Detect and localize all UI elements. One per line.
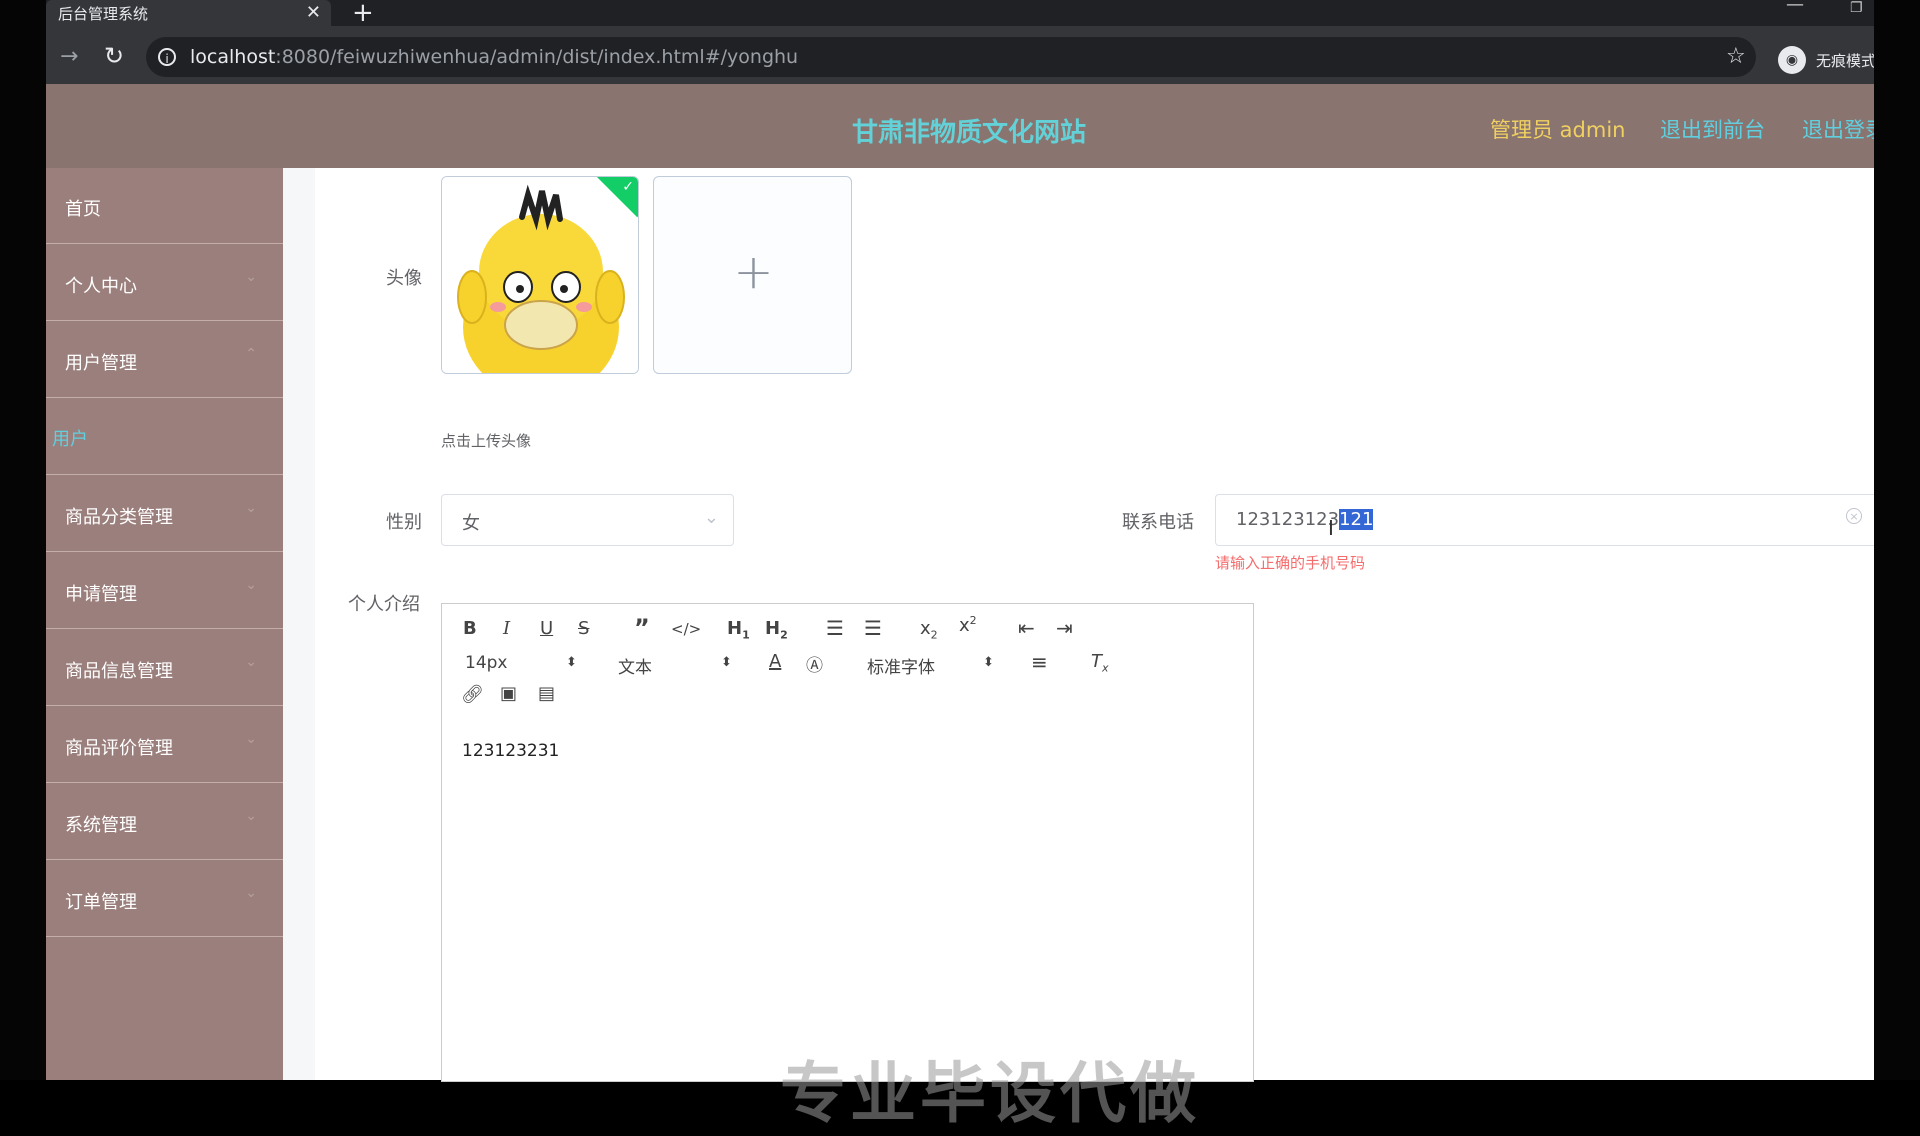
incognito-icon[interactable]: ◉ <box>1778 46 1806 74</box>
gender-value: 女 <box>462 513 480 534</box>
sidebar-item-order-management[interactable]: 订单管理 ⌄ <box>46 861 283 937</box>
clear-format-icon[interactable]: Tx <box>1091 651 1109 675</box>
image-icon[interactable]: ▣ <box>500 683 517 704</box>
url-text[interactable]: localhost:8080/feiwuzhiwenhua/admin/dist… <box>190 46 798 68</box>
logout-link[interactable]: 退出登录 <box>1802 114 1874 144</box>
blockquote-icon[interactable]: ” <box>634 614 650 642</box>
sidebar-item-product-info-management[interactable]: 商品信息管理 ⌄ <box>46 630 283 706</box>
exit-to-frontend-link[interactable]: 退出到前台 <box>1660 114 1765 144</box>
link-icon[interactable]: 🔗︎ <box>461 684 484 705</box>
sidebar-item-label: 首页 <box>65 199 101 220</box>
browser-tab[interactable]: 后台管理系统 ✕ <box>46 0 331 26</box>
chevron-down-icon: ⌄ <box>245 500 257 516</box>
clear-icon[interactable]: × <box>1846 508 1862 524</box>
indent-icon[interactable]: ⇥ <box>1056 616 1073 640</box>
sidebar-subitem-label: 用户 <box>52 429 88 450</box>
site-title: 甘肃非物质文化网站 <box>852 118 1087 148</box>
sidebar-item-user-management[interactable]: 用户管理 ⌃ <box>46 322 283 398</box>
underline-icon[interactable]: U <box>540 618 553 639</box>
video-icon[interactable]: ▤ <box>538 683 555 704</box>
avatar-image[interactable]: ✓ <box>441 176 639 374</box>
phone-error-message: 请输入正确的手机号码 <box>1215 554 1366 572</box>
italic-icon[interactable]: I <box>503 618 510 639</box>
avatar-upload-button[interactable]: + <box>653 176 852 374</box>
site-info-icon[interactable]: i <box>158 48 176 66</box>
outdent-icon[interactable]: ⇤ <box>1018 616 1035 640</box>
bold-icon[interactable]: B <box>463 618 477 639</box>
font-size-select[interactable]: 14px <box>465 653 507 673</box>
sidebar-item-label: 商品分类管理 <box>65 507 173 528</box>
intro-label: 个人介绍 <box>348 594 420 615</box>
background-color-icon[interactable]: Ⓐ <box>806 651 823 676</box>
sidebar-item-label: 申请管理 <box>65 584 137 605</box>
heading1-icon[interactable]: H1 <box>727 618 750 642</box>
chevron-down-icon: ⌄ <box>245 885 257 901</box>
upload-tip: 点击上传头像 <box>441 432 532 450</box>
font-family-select[interactable]: 标准字体 <box>867 653 935 678</box>
updown-arrow-icon: ⬍ <box>983 655 994 670</box>
phone-value: 123123123121 <box>1236 509 1374 530</box>
updown-arrow-icon: ⬍ <box>721 655 732 670</box>
check-icon: ✓ <box>622 179 634 195</box>
subscript-icon[interactable]: x2 <box>920 618 938 642</box>
watermark-text: 专业毕设代做 <box>780 1055 1200 1132</box>
superscript-icon[interactable]: x2 <box>959 614 977 636</box>
chevron-down-icon: ⌄ <box>245 731 257 747</box>
text-cursor-icon: I <box>1328 516 1334 540</box>
chevron-down-icon: ⌄ <box>245 808 257 824</box>
reload-icon[interactable]: ↻ <box>104 42 124 70</box>
sidebar: 首页 个人中心 ⌄ 用户管理 ⌃ 用户 商品分类管理 ⌄ 申请管理 ⌄ 商品信息… <box>46 168 283 1080</box>
incognito-label: 无痕模式 <box>1816 52 1874 70</box>
tab-title: 后台管理系统 <box>58 5 149 23</box>
editor-content: 123123231 <box>462 741 560 761</box>
sidebar-item-category-management[interactable]: 商品分类管理 ⌄ <box>46 476 283 552</box>
restore-icon[interactable]: ❐ <box>1850 0 1863 16</box>
chevron-down-icon: ⌄ <box>245 269 257 285</box>
header-format-select[interactable]: 文本 <box>618 653 652 678</box>
sidebar-item-label: 系统管理 <box>65 815 137 836</box>
sidebar-subitem-user[interactable]: 用户 <box>46 399 283 475</box>
sidebar-item-label: 商品评价管理 <box>65 738 173 759</box>
close-tab-icon[interactable]: ✕ <box>306 2 321 23</box>
sidebar-item-label: 商品信息管理 <box>65 661 173 682</box>
sidebar-item-system-management[interactable]: 系统管理 ⌄ <box>46 784 283 860</box>
sidebar-item-home[interactable]: 首页 <box>46 168 283 244</box>
avatar-label: 头像 <box>386 268 422 289</box>
chevron-down-icon: ⌄ <box>245 654 257 670</box>
code-block-icon[interactable]: </> <box>671 620 701 638</box>
phone-selected-text: 121 <box>1339 509 1374 530</box>
new-tab-icon[interactable]: + <box>352 0 374 28</box>
phone-field[interactable]: 123123123121 <box>1215 494 1874 546</box>
gender-select[interactable]: 女 ⌄ <box>441 494 734 546</box>
admin-user-label: 管理员 admin <box>1490 118 1626 142</box>
ordered-list-icon[interactable]: ☰ <box>826 616 844 640</box>
sidebar-item-label: 用户管理 <box>65 353 137 374</box>
heading2-icon[interactable]: H2 <box>765 618 788 642</box>
chevron-down-icon: ⌄ <box>245 577 257 593</box>
sidebar-item-application-management[interactable]: 申请管理 ⌄ <box>46 553 283 629</box>
strikethrough-icon[interactable]: S <box>578 618 589 639</box>
psyduck-avatar-image <box>442 177 638 373</box>
chevron-up-icon: ⌃ <box>245 346 257 362</box>
align-icon[interactable]: ≡ <box>1031 650 1048 674</box>
rich-text-editor[interactable] <box>441 722 1254 1082</box>
forward-icon[interactable]: → <box>60 44 78 69</box>
minimize-icon[interactable]: — <box>1786 0 1804 15</box>
sidebar-item-label: 个人中心 <box>65 276 137 297</box>
chevron-down-icon: ⌄ <box>703 507 719 528</box>
editor-toolbar <box>441 603 1254 723</box>
bullet-list-icon[interactable]: ☰ <box>864 616 882 640</box>
sidebar-item-label: 订单管理 <box>65 892 137 913</box>
plus-icon: + <box>733 244 774 300</box>
phone-label: 联系电话 <box>1122 512 1194 533</box>
bookmark-star-icon[interactable]: ☆ <box>1726 44 1746 69</box>
updown-arrow-icon: ⬍ <box>566 655 577 670</box>
sidebar-item-personal-center[interactable]: 个人中心 ⌄ <box>46 245 283 321</box>
sidebar-item-product-review-management[interactable]: 商品评价管理 ⌄ <box>46 707 283 783</box>
text-color-icon[interactable]: A <box>769 651 781 672</box>
gender-label: 性别 <box>386 512 422 533</box>
